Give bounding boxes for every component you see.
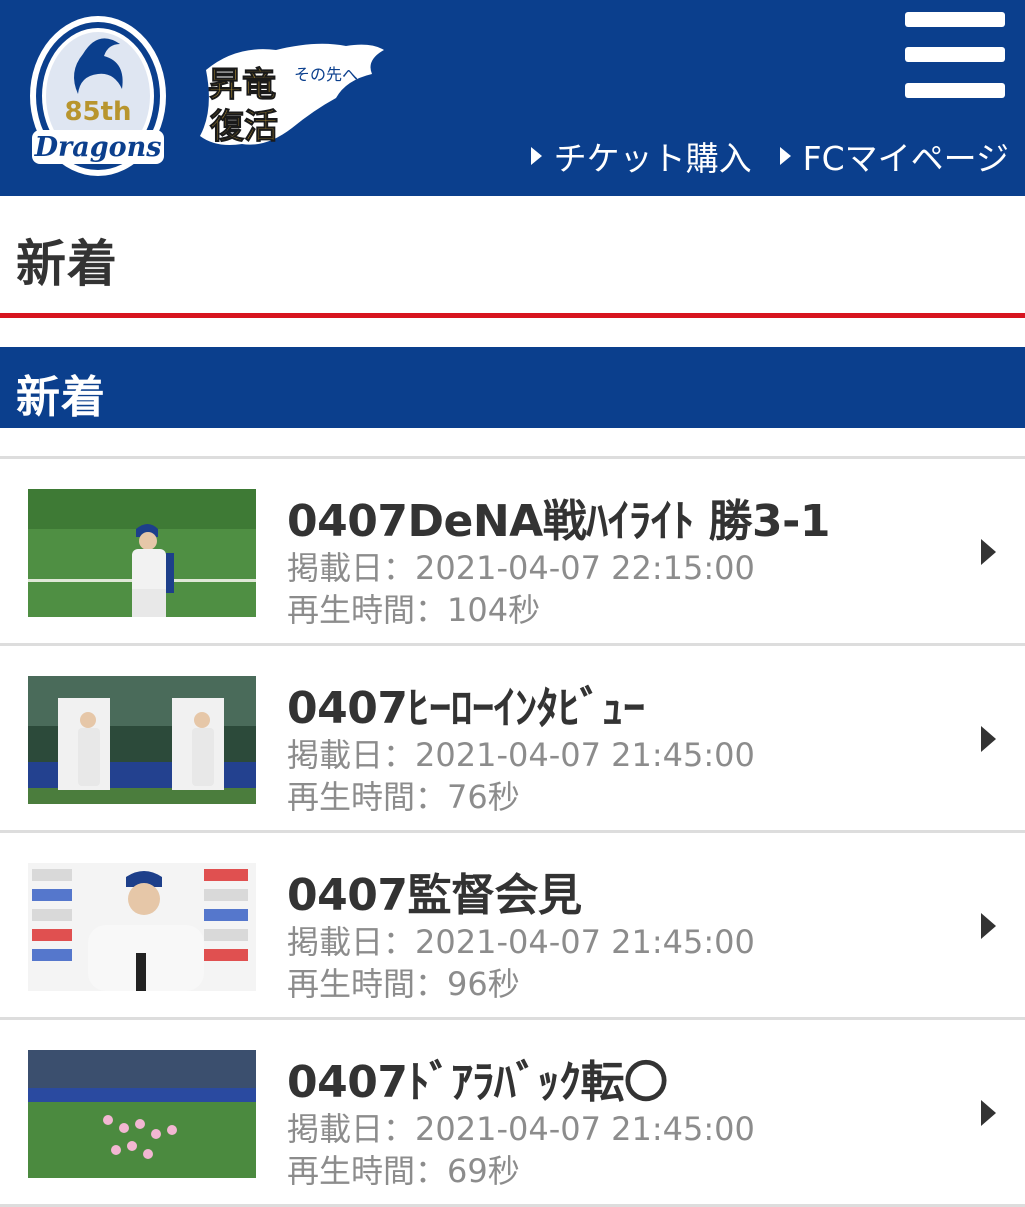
chevron-right-icon — [981, 913, 996, 939]
header-links: チケット購入 FCマイページ — [530, 132, 1009, 180]
hamburger-menu-icon[interactable] — [905, 10, 1005, 100]
svg-text:昇竜: 昇竜 — [208, 65, 276, 105]
video-duration: 再生時間：104秒 — [287, 591, 541, 629]
dragons-85th-logo[interactable]: 85th Dragons — [28, 14, 168, 179]
video-title: 0407監督会見 — [287, 870, 582, 921]
video-title: 0407ﾄﾞｱﾗﾊﾞｯｸ転〇 — [287, 1057, 668, 1108]
svg-text:85th: 85th — [64, 97, 131, 127]
video-list-item[interactable]: 0407ﾄﾞｱﾗﾊﾞｯｸ転〇 掲載日：2021-04-07 21:45:00 再… — [0, 1020, 1025, 1207]
video-thumbnail — [28, 863, 256, 991]
slogan-logo: 昇竜 復活 その先へ — [196, 40, 386, 155]
fc-mypage-label: FCマイページ — [802, 139, 1009, 178]
svg-text:その先へ: その先へ — [294, 65, 358, 84]
video-thumbnail — [28, 489, 256, 617]
svg-text:Dragons: Dragons — [34, 132, 162, 163]
ticket-purchase-label: チケット購入 — [553, 139, 752, 178]
section-title: 新着 — [16, 372, 106, 423]
video-list: 0407DeNA戦ﾊｲﾗｲﾄ 勝3-1 掲載日：2021-04-07 22:15… — [0, 456, 1025, 1207]
ticket-purchase-link[interactable]: チケット購入 — [530, 132, 752, 180]
divider — [0, 313, 1025, 318]
chevron-right-icon — [981, 726, 996, 752]
svg-text:復活: 復活 — [209, 107, 278, 147]
page-title-area: 新着 — [0, 196, 1025, 313]
video-date: 掲載日：2021-04-07 22:15:00 — [287, 549, 755, 587]
video-thumbnail — [28, 1050, 256, 1178]
video-title: 0407ﾋｰﾛｰｲﾝﾀﾋﾞｭｰ — [287, 683, 645, 734]
chevron-right-icon — [981, 1100, 996, 1126]
site-header: 85th Dragons 昇竜 復活 その先へ チケット購入 FCマイページ — [0, 0, 1025, 196]
video-list-item[interactable]: 0407監督会見 掲載日：2021-04-07 21:45:00 再生時間：96… — [0, 833, 1025, 1020]
video-list-item[interactable]: 0407DeNA戦ﾊｲﾗｲﾄ 勝3-1 掲載日：2021-04-07 22:15… — [0, 459, 1025, 646]
video-duration: 再生時間：69秒 — [287, 1152, 520, 1190]
video-thumbnail — [28, 676, 256, 804]
video-date: 掲載日：2021-04-07 21:45:00 — [287, 736, 755, 774]
video-date: 掲載日：2021-04-07 21:45:00 — [287, 923, 755, 961]
video-date: 掲載日：2021-04-07 21:45:00 — [287, 1110, 755, 1148]
chevron-right-icon — [981, 539, 996, 565]
page-title: 新着 — [16, 235, 118, 293]
video-title: 0407DeNA戦ﾊｲﾗｲﾄ 勝3-1 — [287, 496, 831, 547]
fc-mypage-link[interactable]: FCマイページ — [779, 132, 1009, 180]
section-header: 新着 — [0, 347, 1025, 428]
video-list-item[interactable]: 0407ﾋｰﾛｰｲﾝﾀﾋﾞｭｰ 掲載日：2021-04-07 21:45:00 … — [0, 646, 1025, 833]
triangle-right-icon — [530, 147, 542, 165]
triangle-right-icon — [779, 147, 791, 165]
video-duration: 再生時間：76秒 — [287, 778, 520, 816]
video-duration: 再生時間：96秒 — [287, 965, 520, 1003]
